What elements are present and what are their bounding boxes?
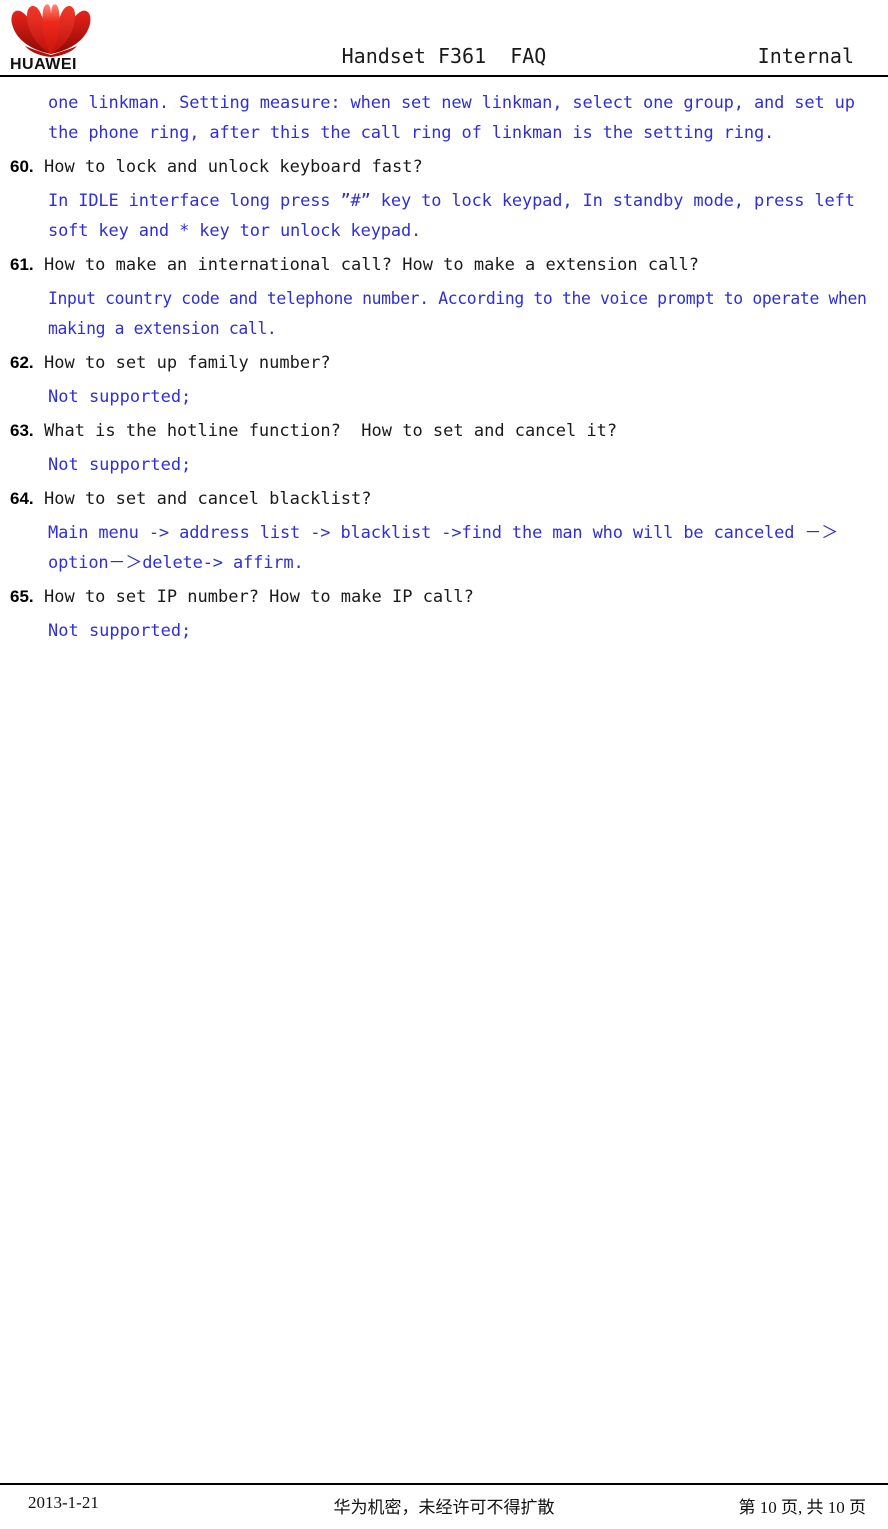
question-text: How to set IP number? How to make IP cal… — [44, 587, 474, 607]
question-number: 62. — [10, 353, 34, 372]
document-body: one linkman. Setting measure: when set n… — [0, 86, 888, 648]
header-divider — [0, 75, 888, 77]
question-row: 65. How to set IP number? How to make IP… — [0, 580, 888, 614]
footer-content: 2013-1-21 华为机密，未经许可不得扩散 第 10 页, 共 10 页 — [0, 1487, 888, 1527]
answer-text: Not supported; — [48, 387, 192, 407]
question-row: 63. What is the hotline function? How to… — [0, 414, 888, 448]
faq-item-61: 61. How to make an international call? H… — [0, 248, 888, 346]
faq-item-60: 60. How to lock and unlock keyboard fast… — [0, 150, 888, 248]
answer-row: In IDLE interface long press ”#” key to … — [0, 184, 888, 248]
question-number: 60. — [10, 157, 34, 176]
page-title: Handset F361 FAQ — [341, 44, 547, 68]
question-number: 65. — [10, 587, 34, 606]
question-number: 63. — [10, 421, 34, 440]
question-text: How to make an international call? How t… — [44, 255, 700, 275]
answer-text: In IDLE interface long press ”#” key to … — [48, 191, 865, 241]
question-row: 61. How to make an international call? H… — [0, 248, 888, 282]
faq-item-65: 65. How to set IP number? How to make IP… — [0, 580, 888, 648]
continued-answer-row: one linkman. Setting measure: when set n… — [0, 86, 888, 150]
faq-item-63: 63. What is the hotline function? How to… — [0, 414, 888, 482]
question-number: 61. — [10, 255, 34, 274]
footer-page-info: 第 10 页, 共 10 页 — [738, 1498, 867, 1517]
answer-text: Not supported; — [48, 621, 192, 641]
faq-item-62: 62. How to set up family number? Not sup… — [0, 346, 888, 414]
continued-answer-text: one linkman. Setting measure: when set n… — [48, 93, 865, 143]
answer-row: Main menu -> address list -> blacklist -… — [0, 516, 888, 580]
faq-item-64: 64. How to set and cancel blacklist? Mai… — [0, 482, 888, 580]
answer-row: Not supported; — [0, 380, 888, 414]
question-row: 62. How to set up family number? — [0, 346, 888, 380]
answer-text: Input country code and telephone number.… — [48, 289, 877, 338]
answer-row: Input country code and telephone number.… — [0, 282, 888, 346]
question-text: How to lock and unlock keyboard fast? — [44, 157, 423, 177]
question-row: 60. How to lock and unlock keyboard fast… — [0, 150, 888, 184]
answer-row: Not supported; — [0, 614, 888, 648]
footer-divider — [0, 1483, 888, 1485]
question-number: 64. — [10, 489, 34, 508]
classification-label: Internal — [757, 44, 854, 68]
answer-text: Not supported; — [48, 455, 192, 475]
page-header: HUAWEI Handset F361 FAQ Internal — [0, 0, 888, 78]
question-text: How to set and cancel blacklist? — [44, 489, 372, 509]
answer-text: Main menu -> address list -> blacklist -… — [48, 523, 839, 573]
question-text: What is the hotline function? How to set… — [44, 421, 618, 441]
answer-row: Not supported; — [0, 448, 888, 482]
question-text: How to set up family number? — [44, 353, 331, 373]
page-footer: 2013-1-21 华为机密，未经许可不得扩散 第 10 页, 共 10 页 — [0, 1483, 888, 1529]
question-row: 64. How to set and cancel blacklist? — [0, 482, 888, 516]
